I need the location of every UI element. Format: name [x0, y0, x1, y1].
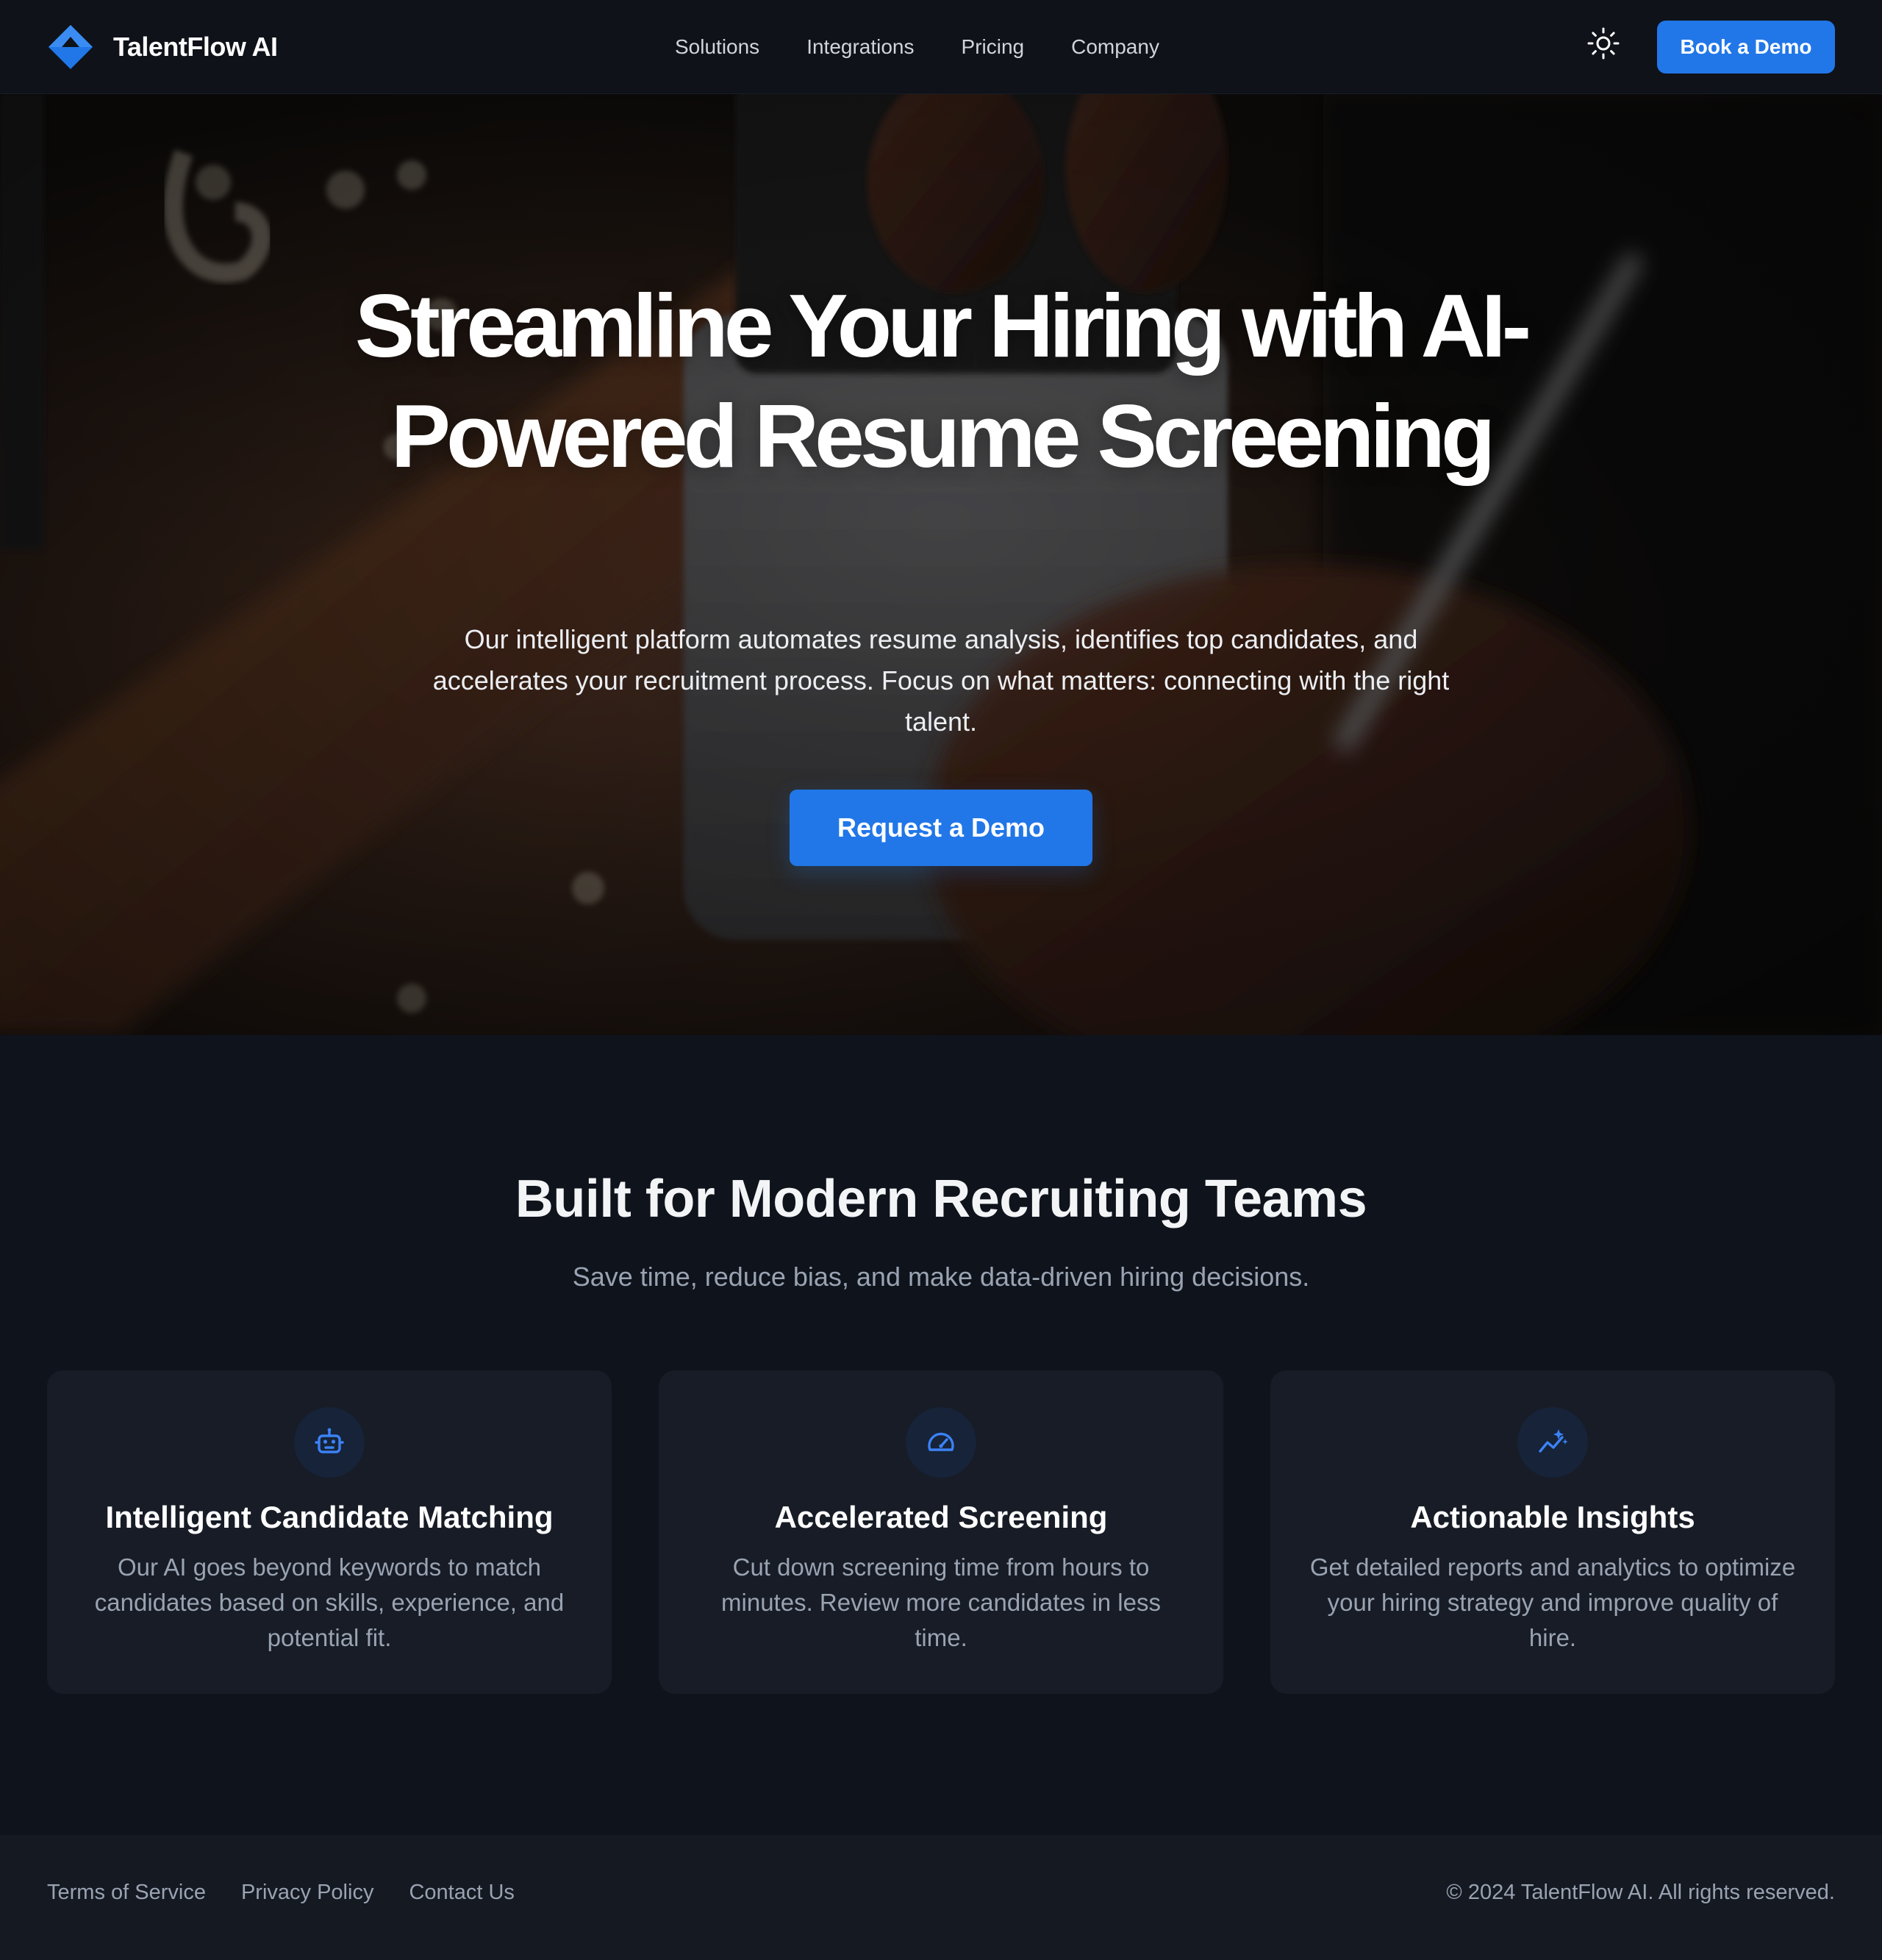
feature-icon-badge	[906, 1407, 976, 1478]
feature-icon-badge	[1517, 1407, 1588, 1478]
hero-section: Streamline Your Hiring with AI-Powered R…	[0, 94, 1882, 1035]
footer-link-terms[interactable]: Terms of Service	[47, 1881, 206, 1905]
footer-link-privacy[interactable]: Privacy Policy	[241, 1881, 374, 1905]
feature-card-matching: Intelligent Candidate Matching Our AI go…	[47, 1370, 612, 1694]
feature-title: Actionable Insights	[1410, 1500, 1695, 1534]
trend-sparkle-icon	[1539, 1429, 1568, 1453]
footer-link-contact[interactable]: Contact Us	[409, 1881, 514, 1905]
feature-title: Intelligent Candidate Matching	[105, 1500, 554, 1534]
navbar: TalentFlow AI Solutions Integrations Pri…	[0, 0, 1882, 94]
request-demo-button[interactable]: Request a Demo	[790, 790, 1092, 866]
features-title: Built for Modern Recruiting Teams	[515, 1170, 1367, 1228]
feature-icon-badge	[294, 1407, 365, 1478]
hero-title: Streamline Your Hiring with AI-Powered R…	[354, 276, 1532, 486]
theme-toggle-button[interactable]	[1586, 26, 1620, 60]
footer-links: Terms of Service Privacy Policy Contact …	[47, 1881, 550, 1905]
book-demo-button[interactable]: Book a Demo	[1657, 21, 1835, 74]
nav-link-integrations[interactable]: Integrations	[806, 35, 914, 59]
footer: Terms of Service Privacy Policy Contact …	[0, 1835, 1882, 1960]
hero-subtitle: Our intelligent platform automates resum…	[432, 624, 1450, 737]
sun-icon	[1587, 27, 1620, 60]
feature-text: Our AI goes beyond keywords to match can…	[94, 1553, 565, 1651]
diamond-logo-icon	[49, 25, 93, 69]
nav-link-solutions[interactable]: Solutions	[675, 35, 759, 59]
robot-icon	[315, 1428, 344, 1453]
brand[interactable]: TalentFlow AI	[47, 24, 278, 71]
speedometer-icon	[928, 1432, 954, 1451]
nav-link-company[interactable]: Company	[1071, 35, 1159, 59]
main-nav: Solutions Integrations Pricing Company	[675, 29, 1206, 65]
copyright-text: © 2024 TalentFlow AI. All rights reserve…	[1446, 1881, 1835, 1904]
feature-text: Cut down screening time from hours to mi…	[721, 1553, 1161, 1651]
feature-title: Accelerated Screening	[774, 1500, 1108, 1534]
hero-overlay	[0, 94, 1882, 1035]
brand-name: TalentFlow AI	[113, 32, 278, 62]
nav-link-pricing[interactable]: Pricing	[962, 35, 1025, 59]
features-subtitle: Save time, reduce bias, and make data-dr…	[572, 1262, 1310, 1292]
feature-text: Get detailed reports and analytics to op…	[1309, 1553, 1796, 1651]
feature-card-screening: Accelerated Screening Cut down screening…	[659, 1370, 1223, 1694]
feature-card-insights: Actionable Insights Get detailed reports…	[1270, 1370, 1835, 1694]
